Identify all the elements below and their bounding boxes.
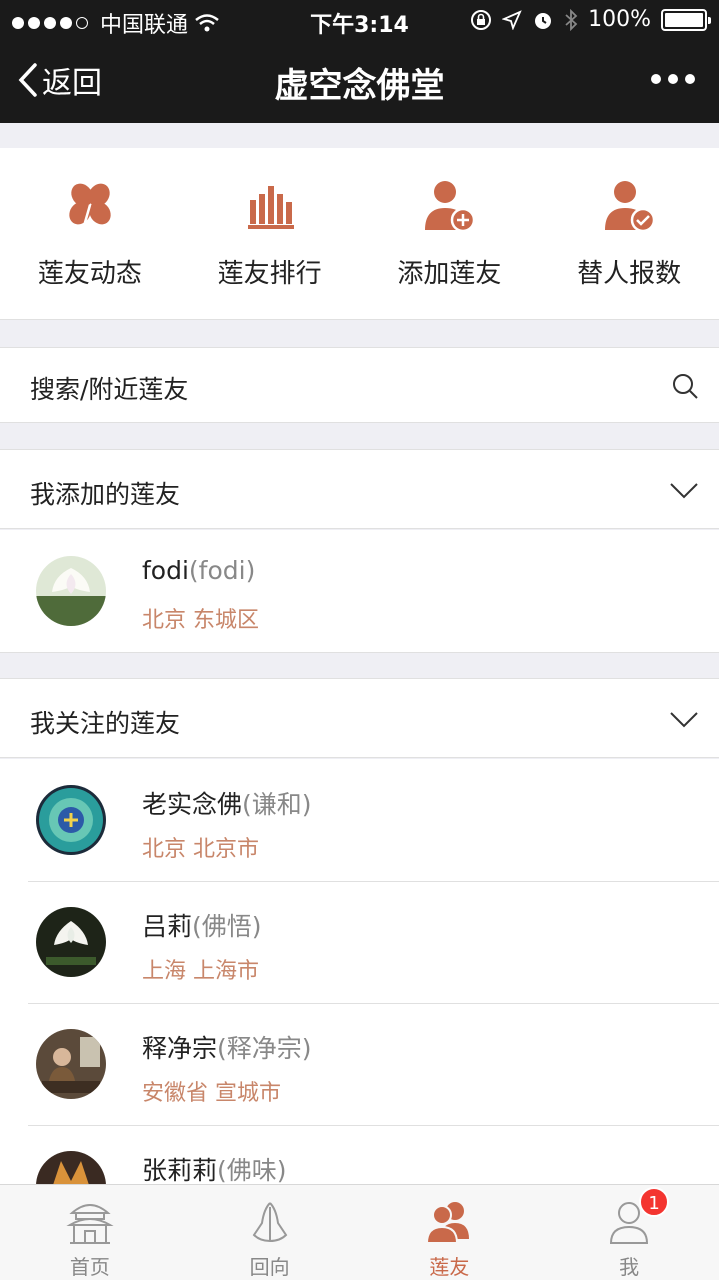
tab-label: 首页 bbox=[69, 1255, 110, 1279]
search-label: 搜索/附近莲友 bbox=[30, 375, 189, 404]
search-icon bbox=[673, 374, 698, 399]
shortcut-friend-activity[interactable]: 莲友动态 bbox=[0, 148, 180, 319]
alarm-icon bbox=[535, 12, 552, 29]
battery-level bbox=[665, 12, 703, 27]
tab-home[interactable]: 首页 bbox=[0, 1185, 180, 1280]
user-check-icon bbox=[605, 181, 656, 233]
battery-icon bbox=[661, 8, 711, 31]
shortcut-label: 莲友排行 bbox=[217, 259, 322, 289]
bar-chart-icon bbox=[247, 186, 294, 229]
list-item[interactable]: 老实念佛(谦和) 北京 北京市 bbox=[0, 759, 719, 881]
location-arrow-icon bbox=[502, 9, 522, 30]
bluetooth-icon bbox=[565, 8, 578, 31]
more-menu-icon[interactable] bbox=[651, 74, 695, 84]
temple-icon bbox=[66, 1204, 114, 1244]
shortcut-grid: 莲友动态 莲友排行 添加莲友 替人报数 bbox=[0, 148, 719, 320]
shortcut-report-for-others[interactable]: 替人报数 bbox=[539, 148, 719, 319]
friend-location: 安徽省 宣城市 bbox=[142, 1081, 281, 1106]
followed-friends-header[interactable]: 我关注的莲友 bbox=[0, 678, 719, 758]
shortcut-label: 替人报数 bbox=[577, 259, 682, 289]
shortcut-friend-ranking[interactable]: 莲友排行 bbox=[180, 148, 360, 319]
rotation-lock-icon bbox=[471, 9, 492, 30]
list-item[interactable]: 释净宗(释净宗) 安徽省 宣城市 bbox=[0, 1003, 719, 1125]
friend-name: 释净宗(释净宗) bbox=[142, 1034, 312, 1063]
praying-hands-icon bbox=[252, 1202, 287, 1242]
page-title: 虚空念佛堂 bbox=[274, 66, 445, 106]
friend-name: 老实念佛(谦和) bbox=[142, 790, 312, 819]
friend-name: fodi(fodi) bbox=[142, 556, 256, 585]
status-bar: 中国联通 下午3:14 100% bbox=[0, 0, 719, 40]
shortcut-label: 莲友动态 bbox=[37, 259, 142, 289]
tab-label: 我 bbox=[619, 1255, 640, 1279]
shortcut-add-friend[interactable]: 添加莲友 bbox=[360, 148, 540, 319]
shortcut-label: 添加莲友 bbox=[397, 259, 502, 289]
added-friends-list: fodi(fodi) 北京 东城区 bbox=[0, 530, 719, 653]
tab-me[interactable]: 1 我 bbox=[539, 1185, 719, 1280]
clover-icon bbox=[69, 183, 111, 227]
tab-label: 莲友 bbox=[429, 1255, 470, 1279]
list-item[interactable]: fodi(fodi) 北京 东城区 bbox=[0, 530, 719, 652]
status-right: 100% bbox=[470, 7, 711, 32]
avatar bbox=[36, 1029, 106, 1099]
battery-percent: 100% bbox=[588, 7, 651, 32]
search-nearby-row[interactable]: 搜索/附近莲友 bbox=[0, 347, 719, 423]
avatar bbox=[36, 907, 106, 977]
tab-dedication[interactable]: 回向 bbox=[180, 1185, 360, 1280]
chevron-down-icon bbox=[670, 712, 698, 728]
friend-location: 北京 东城区 bbox=[142, 608, 259, 633]
section-title: 我添加的莲友 bbox=[30, 480, 181, 509]
list-item[interactable]: 吕莉(佛悟) 上海 上海市 bbox=[0, 881, 719, 1003]
friend-location: 北京 北京市 bbox=[142, 837, 259, 862]
tab-bar: 首页 回向 莲友 1 我 bbox=[0, 1184, 719, 1280]
friend-location: 上海 上海市 bbox=[142, 959, 259, 984]
notification-badge: 1 bbox=[639, 1187, 670, 1217]
chevron-down-icon bbox=[670, 483, 698, 499]
avatar bbox=[36, 785, 106, 855]
tab-label: 回向 bbox=[249, 1255, 290, 1279]
section-title: 我关注的莲友 bbox=[30, 709, 181, 738]
add-user-icon bbox=[425, 181, 476, 233]
followed-friends-list: 老实念佛(谦和) 北京 北京市 吕莉(佛悟) 上海 上海市 释净宗(释净宗) 安… bbox=[0, 759, 719, 1247]
nav-bar: 返回 虚空念佛堂 bbox=[0, 40, 719, 123]
friends-icon bbox=[426, 1202, 470, 1244]
friend-name: 张莉莉(佛味) bbox=[142, 1156, 287, 1185]
added-friends-header[interactable]: 我添加的莲友 bbox=[0, 449, 719, 529]
avatar bbox=[36, 556, 106, 626]
tab-friends[interactable]: 莲友 bbox=[360, 1185, 540, 1280]
friend-name: 吕莉(佛悟) bbox=[142, 912, 262, 941]
